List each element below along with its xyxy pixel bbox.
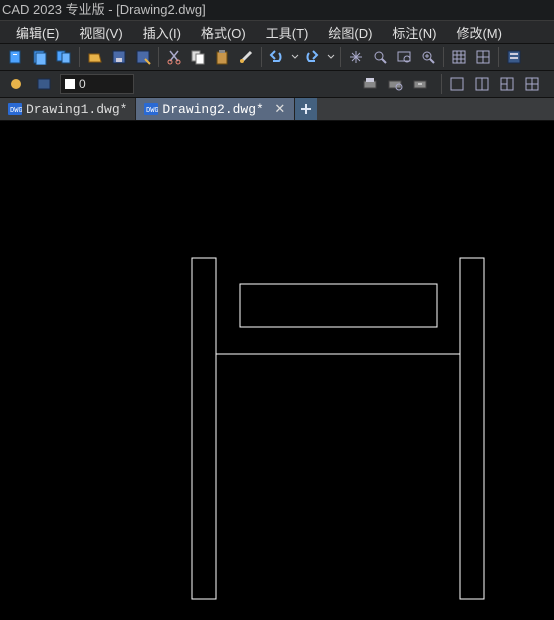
menu-draw[interactable]: 绘图(D) [318,21,382,44]
current-layer-label: 0 [79,76,86,92]
top-inner-rect [240,284,437,327]
menu-dim[interactable]: 标注(N) [382,21,446,44]
dwg-file-icon: DWG [144,103,158,115]
cad-drawing [0,121,554,620]
toolbar-separator [340,47,341,67]
copy-icon[interactable] [187,46,209,68]
toolbar-separator [443,47,444,67]
new-file-icon[interactable] [5,46,27,68]
grid-icon[interactable] [472,46,494,68]
print-group [358,73,432,95]
toolbar-separator [158,47,159,67]
viewport-4-icon[interactable] [521,73,543,95]
properties-icon[interactable] [503,46,525,68]
menu-bar: 编辑(E) 视图(V) 插入(I) 格式(O) 工具(T) 绘图(D) 标注(N… [0,20,554,44]
current-layer-dropdown[interactable]: 0 [60,74,134,94]
layer-toolbar: 0 [0,71,554,98]
viewport-group [445,73,544,95]
menu-insert[interactable]: 插入(I) [133,21,191,44]
svg-text:DWG: DWG [146,107,158,115]
qnew-icon[interactable] [53,46,75,68]
drawing-canvas[interactable] [0,121,554,620]
toolbar-separator [79,47,80,67]
zoom-realtime-icon[interactable] [417,46,439,68]
tab-label: Drawing2.dwg* [162,102,263,117]
right-leg [460,258,484,599]
toolbar-separator [261,47,262,67]
tab-drawing2[interactable]: DWG Drawing2.dwg* ✕ [136,98,294,120]
matchprop-icon[interactable] [235,46,257,68]
viewport-3-icon[interactable] [496,73,518,95]
toolbar-separator [498,47,499,67]
undo-dropdown-icon[interactable] [290,46,300,68]
viewport-1-icon[interactable] [446,73,468,95]
save-icon[interactable] [108,46,130,68]
menu-view[interactable]: 视图(V) [69,21,132,44]
layer-filter-icon[interactable] [33,73,55,95]
page-setup-icon[interactable] [409,73,431,95]
tab-drawing1[interactable]: DWG Drawing1.dwg* [0,98,136,120]
layer-state-icon[interactable] [5,73,27,95]
standard-toolbar [0,44,554,71]
title-bar: CAD 2023 专业版 - [Drawing2.dwg] [0,0,554,20]
toolbar-separator [441,74,442,94]
pan-icon[interactable] [345,46,367,68]
left-leg [192,258,216,599]
plot-preview-icon[interactable] [384,73,406,95]
redo-icon[interactable] [302,46,324,68]
tab-label: Drawing1.dwg* [26,102,127,117]
document-tabs: DWG Drawing1.dwg* DWG Drawing2.dwg* ✕ [0,98,554,121]
menu-edit[interactable]: 编辑(E) [6,21,69,44]
svg-text:DWG: DWG [10,107,22,115]
plus-icon [299,102,313,116]
menu-tool[interactable]: 工具(T) [256,21,319,44]
open-icon[interactable] [84,46,106,68]
cut-icon[interactable] [163,46,185,68]
redo-dropdown-icon[interactable] [326,46,336,68]
paste-icon[interactable] [211,46,233,68]
menu-modify[interactable]: 修改(M) [446,21,512,44]
zoom-extents-icon[interactable] [369,46,391,68]
menu-format[interactable]: 格式(O) [191,21,256,44]
saveas-icon[interactable] [132,46,154,68]
layer-color-swatch [65,79,75,89]
viewport-2-icon[interactable] [471,73,493,95]
dwg-file-icon: DWG [8,103,22,115]
table-icon[interactable] [448,46,470,68]
new-tab-button[interactable] [295,98,317,120]
new-sheet-icon[interactable] [29,46,51,68]
undo-icon[interactable] [266,46,288,68]
plot-icon[interactable] [359,73,381,95]
zoom-window-icon[interactable] [393,46,415,68]
close-tab-icon[interactable]: ✕ [274,102,286,117]
